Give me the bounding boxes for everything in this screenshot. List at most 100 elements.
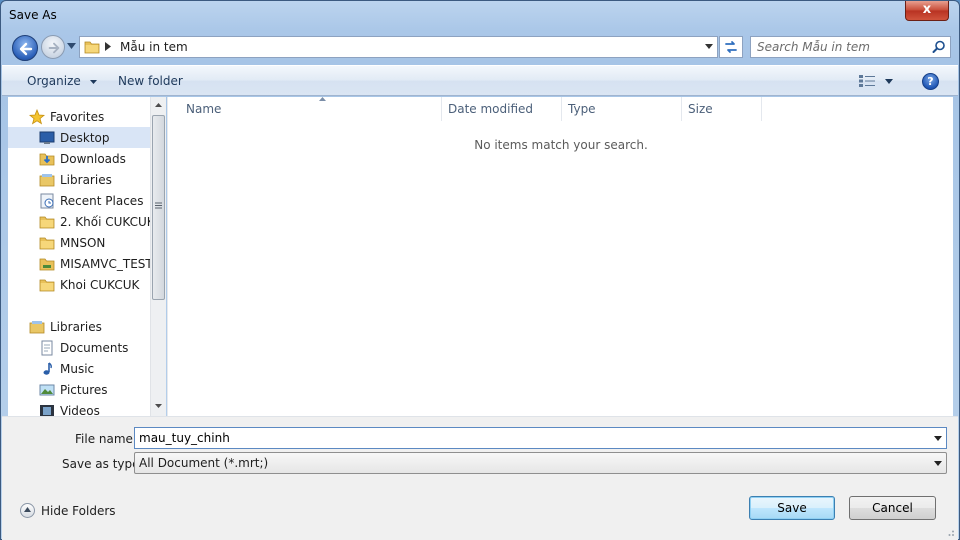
file-list[interactable]: Name Date modified Type Size No items ma… bbox=[167, 97, 953, 416]
breadcrumb-current[interactable]: Mẫu in tem bbox=[120, 40, 188, 54]
search-input[interactable] bbox=[757, 40, 927, 54]
title-bar[interactable]: Save As x bbox=[1, 1, 959, 31]
column-header-date-modified[interactable]: Date modified bbox=[442, 97, 562, 121]
music-icon bbox=[43, 362, 52, 375]
chevron-up-icon bbox=[24, 507, 31, 512]
nav-item-downloads[interactable]: Downloads bbox=[8, 148, 150, 169]
save-as-dialog: Save As x Mẫu in tem Search Mẫu in tem O… bbox=[0, 0, 960, 540]
nav-item-label: Music bbox=[60, 362, 95, 376]
nav-item-folder[interactable]: MNSON bbox=[8, 232, 150, 253]
nav-item-folder[interactable]: Khoi CUKCUK bbox=[8, 274, 150, 295]
shared-folder-icon bbox=[39, 258, 55, 271]
nav-item-pictures[interactable]: Pictures bbox=[8, 379, 150, 400]
save-form: File name: Save as type: All Document (*… bbox=[2, 416, 958, 540]
new-folder-button[interactable]: New folder bbox=[118, 74, 183, 88]
nav-item-folder[interactable]: 2. Khối CUKCUK bbox=[8, 211, 150, 232]
organize-button[interactable]: Organize bbox=[27, 74, 97, 88]
nav-item-music[interactable]: Music bbox=[8, 358, 150, 379]
folder-icon bbox=[39, 279, 55, 292]
column-label: Size bbox=[688, 102, 713, 116]
close-button[interactable]: x bbox=[905, 1, 949, 21]
refresh-button[interactable] bbox=[719, 36, 743, 58]
navigation-bar: Mẫu in tem bbox=[1, 31, 959, 63]
folder-icon bbox=[84, 41, 100, 54]
save-button[interactable]: Save bbox=[749, 496, 835, 520]
save-as-type-value: All Document (*.mrt;) bbox=[139, 456, 269, 470]
folder-icon bbox=[39, 237, 55, 250]
file-name-input[interactable] bbox=[139, 431, 919, 445]
folder-icon bbox=[39, 216, 55, 229]
forward-button[interactable] bbox=[41, 35, 65, 59]
nav-item-label: Khoi CUKCUK bbox=[60, 278, 140, 292]
nav-group-libraries[interactable]: Libraries bbox=[8, 316, 150, 337]
scrollbar-thumb[interactable] bbox=[152, 115, 165, 300]
star-icon bbox=[29, 109, 45, 125]
downloads-folder-icon bbox=[39, 153, 55, 166]
nav-item-label: Pictures bbox=[60, 383, 108, 397]
forward-arrow-icon bbox=[48, 42, 60, 54]
column-header-size[interactable]: Size bbox=[682, 97, 762, 121]
nav-item-label: MNSON bbox=[60, 236, 106, 250]
nav-item-libraries[interactable]: Libraries bbox=[8, 169, 150, 190]
nav-item-recent-places[interactable]: Recent Places bbox=[8, 190, 150, 211]
chevron-right-icon[interactable] bbox=[105, 42, 111, 51]
address-bar[interactable]: Mẫu in tem bbox=[79, 36, 718, 58]
organize-label: Organize bbox=[27, 74, 81, 88]
column-header-type[interactable]: Type bbox=[562, 97, 682, 121]
nav-item-label: Videos bbox=[60, 404, 100, 416]
nav-group-label: Libraries bbox=[50, 320, 102, 334]
nav-group-label: Favorites bbox=[50, 110, 105, 124]
column-label: Type bbox=[568, 102, 596, 116]
chevron-down-icon[interactable] bbox=[934, 436, 942, 441]
column-header-name[interactable]: Name bbox=[180, 97, 442, 121]
sort-ascending-icon bbox=[319, 97, 326, 101]
chevron-down-icon[interactable] bbox=[885, 79, 893, 84]
libraries-icon bbox=[29, 321, 45, 334]
scroll-down-icon[interactable] bbox=[155, 404, 162, 408]
cancel-button[interactable]: Cancel bbox=[849, 496, 936, 520]
collapse-button[interactable] bbox=[20, 503, 35, 518]
nav-item-label: MISAMVC_TEST_ bbox=[60, 257, 150, 271]
nav-item-label: Recent Places bbox=[60, 194, 144, 208]
nav-item-label: Documents bbox=[60, 341, 129, 355]
nav-item-documents[interactable]: Documents bbox=[8, 337, 150, 358]
back-button[interactable] bbox=[12, 35, 38, 61]
chevron-down-icon[interactable] bbox=[705, 44, 713, 49]
file-name-combobox[interactable] bbox=[134, 427, 947, 449]
window-title: Save As bbox=[9, 8, 57, 22]
change-view-icon[interactable] bbox=[859, 75, 875, 87]
nav-item-videos[interactable]: Videos bbox=[8, 400, 150, 416]
refresh-icon bbox=[725, 41, 737, 53]
close-icon: x bbox=[922, 2, 932, 17]
recent-places-icon bbox=[40, 193, 54, 209]
save-as-type-label: Save as type: bbox=[62, 457, 144, 471]
chevron-down-icon bbox=[89, 79, 97, 84]
pictures-icon bbox=[39, 384, 55, 396]
empty-message: No items match your search. bbox=[474, 138, 648, 152]
grip-icon bbox=[155, 202, 162, 209]
documents-icon bbox=[41, 340, 53, 356]
command-bar: Organize New folder ? bbox=[2, 65, 958, 96]
resize-grip-icon[interactable] bbox=[945, 527, 955, 537]
nav-item-folder[interactable]: MISAMVC_TEST_ bbox=[8, 253, 150, 274]
chevron-down-icon bbox=[934, 461, 942, 466]
libraries-icon bbox=[39, 174, 55, 187]
recent-pages-dropdown-icon[interactable] bbox=[67, 43, 76, 49]
nav-item-desktop[interactable]: Desktop bbox=[8, 127, 150, 148]
navigation-pane: Favorites Desktop Downloads Libraries Re… bbox=[8, 97, 150, 416]
column-label: Date modified bbox=[448, 102, 534, 116]
nav-item-label: 2. Khối CUKCUK bbox=[60, 215, 150, 229]
search-icon[interactable] bbox=[932, 40, 946, 54]
scroll-up-icon[interactable] bbox=[155, 103, 162, 107]
nav-item-label: Desktop bbox=[60, 131, 110, 145]
back-arrow-icon bbox=[19, 42, 33, 56]
save-as-type-select[interactable]: All Document (*.mrt;) bbox=[134, 452, 947, 474]
search-box[interactable] bbox=[750, 36, 951, 58]
navigation-pane-scrollbar[interactable] bbox=[150, 97, 166, 416]
nav-item-label: Libraries bbox=[60, 173, 112, 187]
hide-folders-label: Hide Folders bbox=[41, 504, 116, 518]
nav-group-favorites[interactable]: Favorites bbox=[8, 106, 150, 127]
nav-item-label: Downloads bbox=[60, 152, 126, 166]
help-button[interactable]: ? bbox=[922, 73, 939, 90]
file-name-label: File name: bbox=[75, 432, 137, 446]
